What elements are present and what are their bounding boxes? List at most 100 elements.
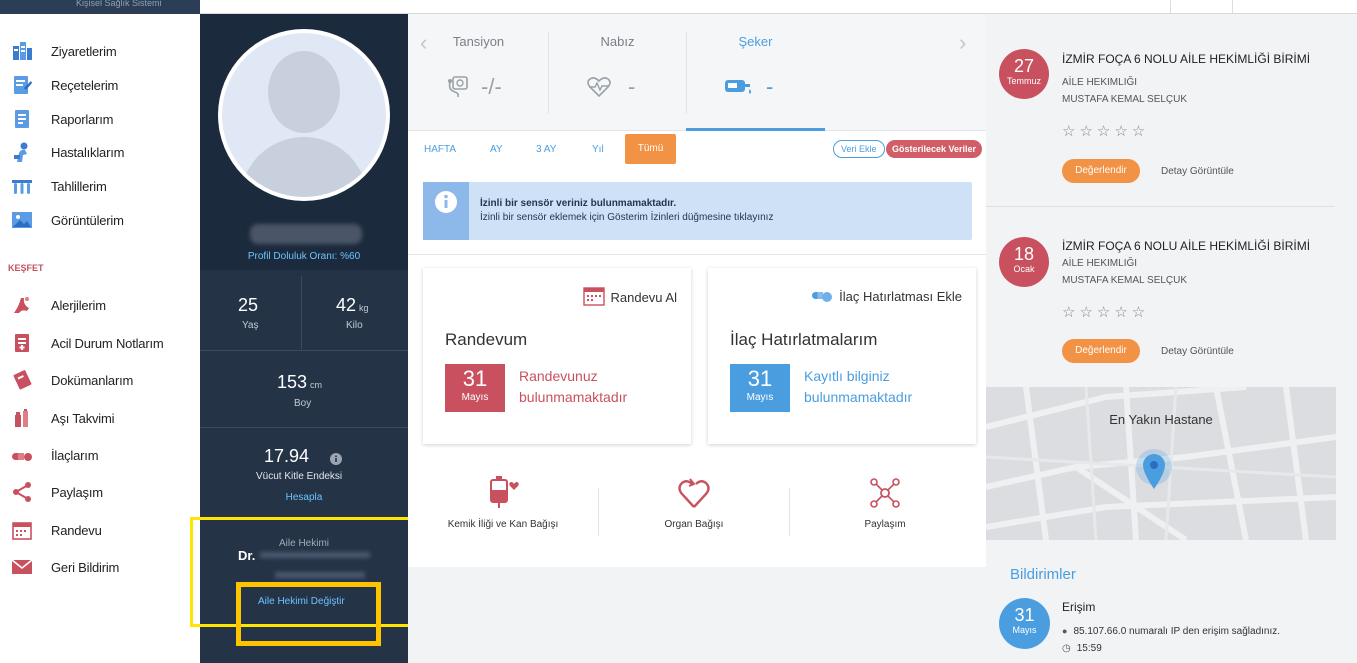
tab-year[interactable]: Yıl — [592, 144, 604, 155]
add-data-button[interactable]: Veri Ekle — [833, 140, 885, 158]
date-box: 31 Mayıs — [730, 364, 790, 412]
app-root: Kişisel Sağlık Sistemi Ziyaretlerim Reçe… — [0, 0, 1357, 663]
sidebar-item-emergency-notes[interactable]: Acil Durum Notlarım — [10, 330, 164, 356]
sidebar-item-label: Tahlillerim — [51, 178, 107, 194]
sensor-info-alert: İzinli bir sensör veriniz bulunmamaktadı… — [423, 182, 972, 240]
sidebar-item-prescriptions[interactable]: Reçetelerim — [10, 72, 118, 98]
calendar-icon — [10, 518, 34, 542]
prescription-icon — [10, 73, 34, 97]
rate-visit-button[interactable]: Değerlendir — [1062, 159, 1140, 183]
tab-week[interactable]: HAFTA — [424, 144, 456, 155]
redacted-doctor-name — [260, 552, 370, 558]
info-icon — [423, 182, 469, 240]
section-divider — [408, 254, 986, 255]
avatar[interactable] — [218, 29, 390, 201]
pills-icon — [811, 286, 839, 307]
clock-icon: ◷ — [1062, 643, 1071, 654]
tab-month[interactable]: AY — [490, 144, 503, 155]
blood-donation-icon — [408, 476, 598, 515]
sidebar-item-feedback[interactable]: Geri Bildirim — [10, 554, 119, 580]
age-value: 25 — [238, 295, 259, 315]
vitals-carousel: ‹ › Tansiyon -/- Nabız - Şeker - — [408, 14, 986, 131]
vital-glucose[interactable]: Şeker - — [686, 14, 825, 131]
content-footer-area — [408, 567, 986, 663]
bmi-value: 17.94 — [264, 446, 310, 466]
calculate-bmi-link[interactable]: Hesapla — [200, 492, 408, 503]
documents-icon — [10, 368, 34, 392]
rating-stars[interactable]: ☆☆☆☆☆ — [1062, 122, 1149, 140]
vital-title: Nabız — [600, 34, 635, 49]
sharing-network-link[interactable]: Paylaşım — [790, 476, 980, 530]
view-details-link[interactable]: Detay Görüntüle — [1161, 346, 1234, 357]
change-family-doctor-link[interactable]: Aile Hekimi Değiştir — [258, 596, 345, 607]
book-appointment-button[interactable]: Randevu Al — [582, 286, 677, 309]
appointment-message: Randevunuz bulunmamaktadır — [519, 368, 628, 405]
add-medication-reminder-button[interactable]: İlaç Hatırlatması Ekle — [811, 286, 962, 307]
vital-blood-pressure[interactable]: Tansiyon -/- — [409, 14, 548, 131]
sidebar-item-reports[interactable]: Raporlarım — [10, 106, 113, 132]
sidebar-item-allergies[interactable]: Alerjilerim — [10, 292, 106, 318]
left-sidebar: Kişisel Sağlık Sistemi Ziyaretlerim Reçe… — [0, 0, 200, 663]
vital-title: Şeker — [738, 34, 773, 49]
sidebar-item-tests[interactable]: Tahlillerim — [10, 173, 107, 199]
height-value: 153 cm — [277, 372, 323, 392]
notification-time: ◷ 15:59 — [1062, 643, 1102, 654]
weight-value: 42 kg — [336, 295, 369, 315]
sidebar-item-images[interactable]: Görüntülerim — [10, 207, 124, 233]
sidebar-item-visits[interactable]: Ziyaretlerim — [10, 38, 117, 64]
organ-donation-link[interactable]: Organ Bağışı — [599, 476, 789, 530]
vaccine-icon — [10, 406, 34, 430]
chevron-right-icon[interactable]: › — [959, 30, 966, 56]
stat-divider — [200, 427, 408, 428]
date-month: Mayıs — [461, 392, 489, 403]
mail-icon — [10, 555, 34, 579]
card-title: Randevum — [445, 330, 528, 349]
visits-icon — [10, 39, 34, 63]
sidebar-item-label: Reçetelerim — [51, 77, 119, 93]
sidebar-item-label: Görüntülerim — [51, 212, 124, 228]
view-details-link[interactable]: Detay Görüntüle — [1161, 166, 1234, 177]
vital-title: Tansiyon — [452, 34, 505, 49]
sidebar-item-medications[interactable]: İlaçlarım — [10, 442, 99, 468]
visit-doctor: MUSTAFA KEMAL SELÇUK — [1062, 275, 1188, 286]
test-tubes-icon — [10, 174, 34, 198]
heartbeat-icon — [586, 76, 612, 98]
sidebar-item-label: Geri Bildirim — [51, 559, 120, 575]
bone-marrow-blood-donation-link[interactable]: Kemik İliği ve Kan Bağışı — [408, 476, 598, 530]
sidebar-item-documents[interactable]: Dokümanlarım — [10, 367, 133, 393]
pills-icon — [10, 443, 34, 467]
height-label: Boy — [294, 398, 312, 409]
sidebar-item-label: Aşı Takvimi — [51, 410, 115, 426]
tab-3-months[interactable]: 3 AY — [536, 144, 556, 155]
notifications-heading: Bildirimler — [1010, 566, 1076, 583]
sidebar-item-share[interactable]: Paylaşım — [10, 479, 103, 505]
notification-title: Erişim — [1062, 600, 1096, 614]
family-doctor-name: Dr. — [238, 548, 256, 563]
calendar-icon — [582, 286, 611, 309]
vital-pulse[interactable]: Nabız - — [548, 14, 687, 131]
sidebar-item-vaccines[interactable]: Aşı Takvimi — [10, 405, 114, 431]
sidebar-item-diseases[interactable]: Hastalıklarım — [10, 139, 124, 165]
weight-label: Kilo — [346, 320, 363, 331]
tab-all[interactable]: Tümü — [625, 134, 676, 164]
donation-label: Kemik İliği ve Kan Bağışı — [447, 519, 559, 530]
visit-type: AİLE HEKIMLIĞI — [1062, 77, 1138, 88]
app-subtitle: Kişisel Sağlık Sistemi — [0, 0, 200, 14]
rating-stars[interactable]: ☆☆☆☆☆ — [1062, 303, 1149, 321]
date-box: 31 Mayıs — [445, 364, 505, 412]
blood-pressure-icon — [447, 76, 473, 98]
notification-date-badge: 31 Mayıs — [999, 598, 1050, 649]
shown-data-button[interactable]: Gösterilecek Veriler — [886, 140, 983, 158]
nearest-hospital-map[interactable]: En Yakın Hastane — [986, 387, 1336, 540]
sidebar-item-label: Dokümanlarım — [51, 372, 134, 388]
sidebar-item-label: Acil Durum Notlarım — [51, 335, 164, 351]
visit-date-badge: 27 Temmuz — [999, 49, 1049, 99]
rate-visit-button[interactable]: Değerlendir — [1062, 339, 1140, 363]
info-circle-icon[interactable] — [330, 452, 342, 470]
sidebar-item-label: Raporlarım — [51, 111, 114, 127]
vital-value: - — [628, 74, 636, 99]
sidebar-item-appointment[interactable]: Randevu — [10, 517, 102, 543]
highlight-frame — [236, 582, 381, 646]
family-doctor-caption: Aile Hekimi — [278, 538, 329, 549]
sidebar-item-label: Alerjilerim — [51, 297, 106, 313]
